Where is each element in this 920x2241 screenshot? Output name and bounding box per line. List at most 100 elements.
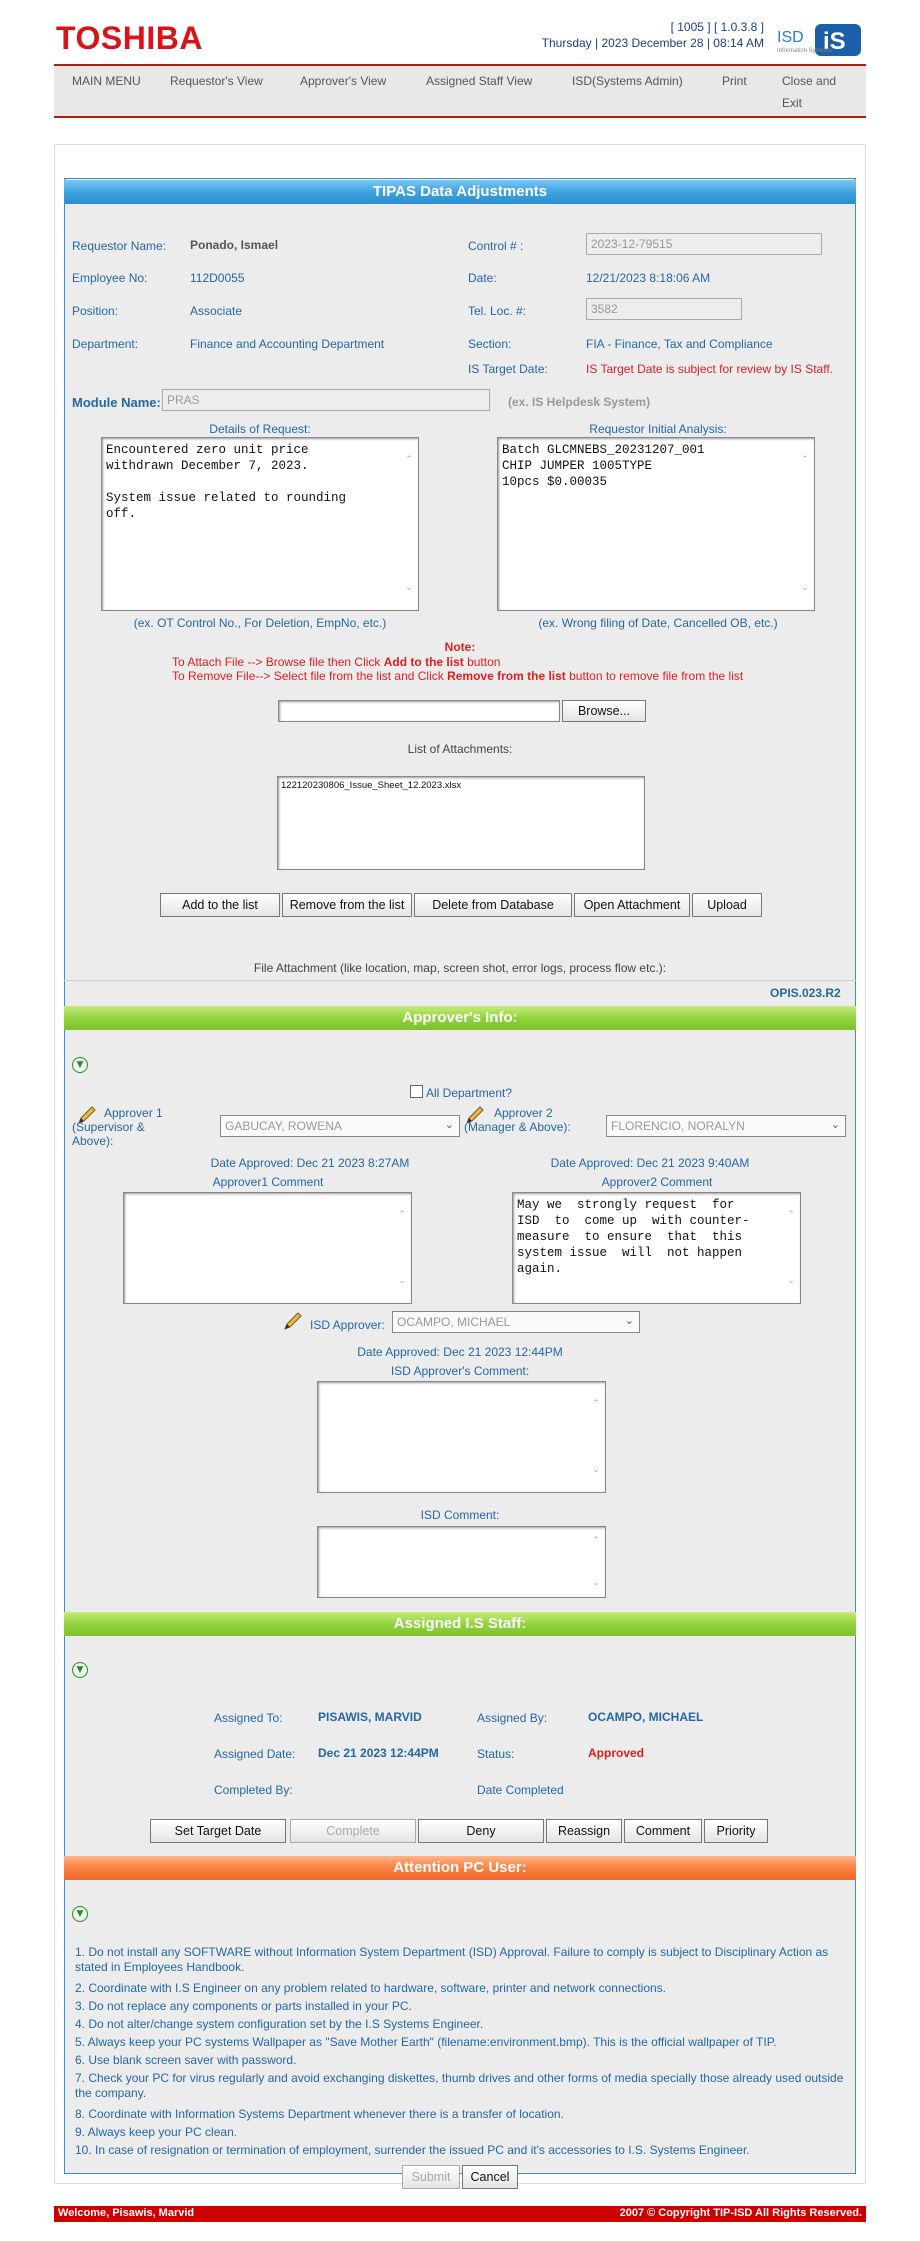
module-name-hint: (ex. IS Helpdesk System) <box>508 395 651 409</box>
add-to-list-button[interactable]: Add to the list <box>160 893 280 917</box>
note-remove: To Remove File--> Select file from the l… <box>172 669 743 683</box>
cancel-button[interactable]: Cancel <box>462 2165 518 2189</box>
pencil-icon[interactable] <box>282 1310 304 1332</box>
all-department-label: All Department? <box>426 1086 513 1100</box>
rule-item: 3. Do not replace any components or part… <box>75 1999 412 2013</box>
approver1-label: Approver 1 (Supervisor & Above): <box>72 1106 163 1148</box>
isd-comment-textarea[interactable]: ⌃ ⌄ <box>317 1526 606 1598</box>
deny-button[interactable]: Deny <box>418 1819 544 1843</box>
rule-item: 8. Coordinate with Information Systems D… <box>75 2107 564 2121</box>
nav-close-exit[interactable]: Close and <box>782 74 836 88</box>
attention-bar: Attention PC User: <box>64 1856 856 1880</box>
svg-text:Information Systems: Information Systems <box>777 48 832 54</box>
date-value: 12/21/2023 8:18:06 AM <box>586 271 711 285</box>
delete-from-database-button[interactable]: Delete from Database <box>414 893 572 917</box>
approver2-comment-textarea[interactable]: May we strongly request for ISD to come … <box>512 1192 801 1304</box>
target-date-note: IS Target Date is subject for review by … <box>586 362 834 376</box>
department-label: Department: <box>72 337 139 351</box>
expand-toggle-icon[interactable]: ▼ <box>72 1662 88 1678</box>
note-title: Note: <box>444 640 476 654</box>
rule-item: 4. Do not alter/change system configurat… <box>75 2017 484 2031</box>
submit-button[interactable]: Submit <box>402 2165 460 2189</box>
attachments-list[interactable]: 122120230806_Issue_Sheet_12.2023.xlsx <box>277 776 645 870</box>
status-label: Status: <box>477 1747 515 1761</box>
analysis-textarea[interactable]: Batch GLCMNEBS_20231207_001 CHIP JUMPER … <box>497 437 815 611</box>
note-attach: To Attach File --> Browse file then Clic… <box>172 655 500 669</box>
position-value: Associate <box>190 304 243 318</box>
approver1-select[interactable]: GABUCAY, ROWENA ⌄ <box>220 1115 460 1137</box>
attachment-item[interactable]: 122120230806_Issue_Sheet_12.2023.xlsx <box>278 777 644 794</box>
approver1-date: Date Approved: Dec 21 2023 8:27AM <box>210 1156 410 1170</box>
expand-toggle-icon[interactable]: ▼ <box>72 1906 88 1922</box>
file-attachment-caption: File Attachment (like location, map, scr… <box>253 961 667 975</box>
divider <box>64 980 856 981</box>
section-value: FIA - Finance, Tax and Compliance <box>586 337 773 351</box>
control-label: Control # : <box>468 239 524 253</box>
rule-item: 5. Always keep your PC systems Wallpaper… <box>75 2035 777 2049</box>
assigned-to-value: PISAWIS, MARVID <box>318 1710 422 1724</box>
scrollbar[interactable]: ⌃ ⌄ <box>786 1207 796 1289</box>
scrollbar[interactable]: ⌃ ⌄ <box>404 452 414 596</box>
note-remove-emphasis: Remove from the list <box>447 669 566 683</box>
rule-item: 1. Do not install any SOFTWARE without I… <box>75 1945 829 1974</box>
main-nav: MAIN MENU Requestor's View Approver's Vi… <box>54 64 866 118</box>
assigned-date-label: Assigned Date: <box>214 1747 296 1761</box>
file-path-field[interactable] <box>278 700 560 722</box>
welcome-text: Welcome, Pisawis, Marvid <box>58 2207 195 2219</box>
browse-button[interactable]: Browse... <box>562 700 646 722</box>
nav-print[interactable]: Print <box>722 74 747 88</box>
form-title-bar: TIPAS Data Adjustments <box>64 180 856 204</box>
current-datetime: Thursday | 2023 December 28 | 08:14 AM <box>541 36 764 50</box>
assigned-staff-bar: Assigned I.S Staff: <box>64 1612 856 1636</box>
chevron-down-icon: ⌄ <box>624 1314 634 1327</box>
approver2-date: Date Approved: Dec 21 2023 9:40AM <box>550 1156 750 1170</box>
rule-item: 2. Coordinate with I.S Engineer on any p… <box>75 1981 666 1995</box>
complete-button[interactable]: Complete <box>290 1819 416 1843</box>
approver2-select[interactable]: FLORENCIO, NORALYN ⌄ <box>606 1115 846 1137</box>
details-textarea[interactable]: Encountered zero unit price withdrawn De… <box>101 437 419 611</box>
approver1-comment-label: Approver1 Comment <box>212 1175 324 1189</box>
toshiba-logo: TOSHIBA <box>56 20 203 56</box>
assigned-by-label: Assigned By: <box>477 1711 548 1725</box>
nav-assigned-staff-view[interactable]: Assigned Staff View <box>426 74 532 88</box>
approver1-value: GABUCAY, ROWENA <box>225 1119 342 1133</box>
nav-main-menu[interactable]: MAIN MENU <box>72 74 141 88</box>
module-name-field[interactable]: PRAS <box>162 389 490 411</box>
isd-approver-label: ISD Approver: <box>310 1318 385 1332</box>
set-target-date-button[interactable]: Set Target Date <box>150 1819 286 1843</box>
remove-from-list-button[interactable]: Remove from the list <box>282 893 412 917</box>
scrollbar[interactable]: ⌃ ⌄ <box>397 1207 407 1289</box>
nav-requestors-view[interactable]: Requestor's View <box>170 74 263 88</box>
attachments-list-label: List of Attachments: <box>407 742 513 756</box>
assigned-date-value: Dec 21 2023 12:44PM <box>318 1746 439 1760</box>
approver1-comment-textarea[interactable]: ⌃ ⌄ <box>123 1192 412 1304</box>
priority-button[interactable]: Priority <box>704 1819 768 1843</box>
target-date-label: IS Target Date: <box>468 362 548 376</box>
department-value: Finance and Accounting Department <box>190 337 385 351</box>
isd-approver-comment-textarea[interactable]: ⌃ ⌄ <box>317 1381 606 1493</box>
scrollbar[interactable]: ⌃ ⌄ <box>591 1533 601 1591</box>
approver-info-bar: Approver's Info: <box>64 1006 856 1030</box>
nav-close-exit-line2[interactable]: Exit <box>782 96 802 110</box>
nav-approvers-view[interactable]: Approver's View <box>300 74 386 88</box>
open-attachment-button[interactable]: Open Attachment <box>574 893 690 917</box>
scrollbar[interactable]: ⌃ ⌄ <box>591 1396 601 1478</box>
assigned-to-label: Assigned To: <box>214 1711 283 1725</box>
requestor-name-value: Ponado, Ismael <box>190 238 279 252</box>
version-info: [ 1005 ] [ 1.0.3.8 ] <box>670 20 764 34</box>
comment-button[interactable]: Comment <box>624 1819 702 1843</box>
reassign-button[interactable]: Reassign <box>546 1819 622 1843</box>
note-attach-text: To Attach File --> Browse file then Clic… <box>172 655 384 669</box>
form-code: OPIS.023.R2 <box>770 986 841 1000</box>
expand-toggle-icon[interactable]: ▼ <box>72 1057 88 1073</box>
footer-bar: Welcome, Pisawis, Marvid 2007 © Copyrigh… <box>54 2206 866 2222</box>
scrollbar[interactable]: ⌃ ⌄ <box>800 452 810 596</box>
telloc-field[interactable]: 3582 <box>586 298 742 320</box>
rule-item: 6. Use blank screen saver with password. <box>75 2053 297 2067</box>
control-number-field[interactable]: 2023-12-79515 <box>586 233 822 255</box>
chevron-down-icon: ⌄ <box>830 1118 840 1131</box>
nav-isd-admin[interactable]: ISD(Systems Admin) <box>572 74 683 88</box>
upload-button[interactable]: Upload <box>692 893 762 917</box>
all-department-checkbox[interactable] <box>410 1085 423 1098</box>
isd-approver-select[interactable]: OCAMPO, MICHAEL ⌄ <box>392 1311 640 1333</box>
